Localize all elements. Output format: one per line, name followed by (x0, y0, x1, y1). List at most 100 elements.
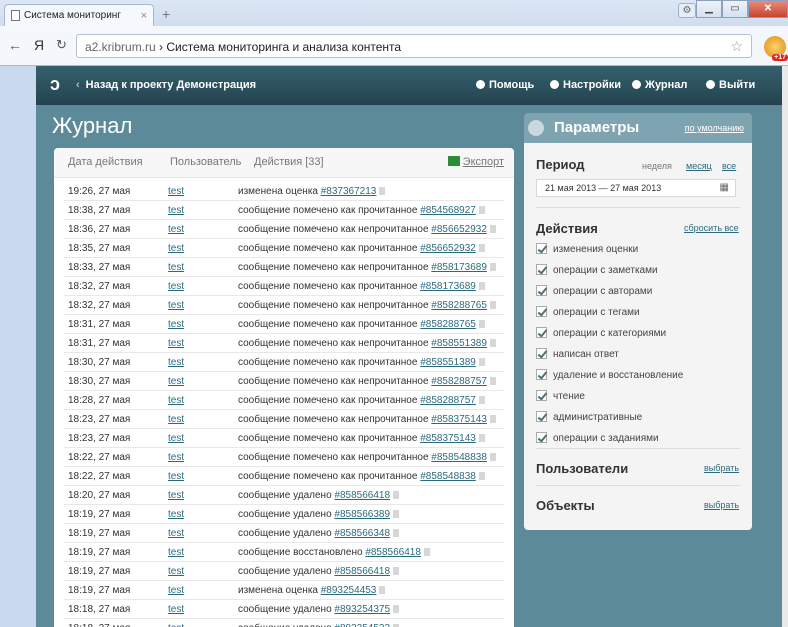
row-message-link[interactable]: #858548838 (420, 471, 476, 482)
note-icon[interactable] (393, 529, 400, 537)
row-message-link[interactable]: #893254533 (334, 623, 390, 627)
note-icon[interactable] (478, 396, 485, 404)
help-link[interactable]: Помощь (476, 79, 534, 91)
note-icon[interactable] (489, 377, 496, 385)
settings-link[interactable]: Настройки (550, 79, 621, 91)
column-actions[interactable]: Действия [33] (254, 156, 324, 168)
logo-icon[interactable]: ↄ (50, 74, 60, 95)
row-user-link[interactable]: test (168, 357, 184, 368)
row-user-link[interactable]: test (168, 186, 184, 197)
row-message-link[interactable]: #858288765 (431, 300, 487, 311)
row-message-link[interactable]: #858551389 (420, 357, 476, 368)
note-icon[interactable] (393, 605, 400, 613)
row-message-link[interactable]: #858375143 (420, 433, 476, 444)
row-message-link[interactable]: #858288757 (431, 376, 487, 387)
checkbox-checked-icon[interactable] (536, 369, 547, 380)
maximize-button[interactable]: ▭ (722, 0, 748, 18)
note-icon[interactable] (478, 244, 485, 252)
note-icon[interactable] (489, 263, 496, 271)
checkbox-checked-icon[interactable] (536, 390, 547, 401)
row-user-link[interactable]: test (168, 490, 184, 501)
row-user-link[interactable]: test (168, 243, 184, 254)
row-user-link[interactable]: test (168, 547, 184, 558)
back-arrow-icon[interactable]: ← (8, 37, 22, 53)
reset-all-link[interactable]: сбросить все (684, 223, 739, 233)
row-user-link[interactable]: test (168, 566, 184, 577)
tab-close-icon[interactable]: × (141, 10, 147, 22)
row-message-link[interactable]: #858551389 (431, 338, 487, 349)
note-icon[interactable] (478, 320, 485, 328)
row-user-link[interactable]: test (168, 509, 184, 520)
row-message-link[interactable]: #858566418 (334, 490, 390, 501)
checkbox-checked-icon[interactable] (536, 411, 547, 422)
row-user-link[interactable]: test (168, 604, 184, 615)
row-user-link[interactable]: test (168, 528, 184, 539)
row-user-link[interactable]: test (168, 338, 184, 349)
action-filter-checkbox[interactable]: операции с заданиями (536, 432, 659, 444)
row-message-link[interactable]: #893254453 (321, 585, 377, 596)
row-message-link[interactable]: #858173689 (431, 262, 487, 273)
action-filter-checkbox[interactable]: операции с тегами (536, 306, 640, 318)
note-icon[interactable] (478, 282, 485, 290)
row-message-link[interactable]: #858288765 (420, 319, 476, 330)
note-icon[interactable] (478, 206, 485, 214)
note-icon[interactable] (478, 358, 485, 366)
period-month-link[interactable]: месяц (686, 161, 712, 171)
page-scrollbar[interactable] (782, 66, 788, 627)
row-user-link[interactable]: test (168, 452, 184, 463)
row-user-link[interactable]: test (168, 376, 184, 387)
note-icon[interactable] (423, 548, 430, 556)
window-close-button[interactable]: ✕ (748, 0, 788, 18)
row-message-link[interactable]: #858548838 (431, 452, 487, 463)
row-user-link[interactable]: test (168, 395, 184, 406)
calendar-icon[interactable]: ▦ (720, 182, 729, 193)
journal-link[interactable]: Журнал (632, 79, 687, 91)
row-user-link[interactable]: test (168, 300, 184, 311)
note-icon[interactable] (393, 491, 400, 499)
action-filter-checkbox[interactable]: операции с авторами (536, 285, 652, 297)
logout-link[interactable]: Выйти (706, 79, 755, 91)
note-icon[interactable] (489, 453, 496, 461)
checkbox-checked-icon[interactable] (536, 306, 547, 317)
note-icon[interactable] (379, 187, 386, 195)
note-icon[interactable] (489, 225, 496, 233)
action-filter-checkbox[interactable]: удаление и восстановление (536, 369, 683, 381)
row-message-link[interactable]: #858566418 (365, 547, 421, 558)
row-user-link[interactable]: test (168, 205, 184, 216)
note-icon[interactable] (489, 339, 496, 347)
minimize-button[interactable]: ▁ (696, 0, 722, 18)
period-all-link[interactable]: все (722, 161, 736, 171)
bookmark-star-icon[interactable]: ☆ (730, 38, 743, 55)
row-message-link[interactable]: #858173689 (420, 281, 476, 292)
period-week-link[interactable]: неделя (642, 161, 672, 171)
row-user-link[interactable]: test (168, 433, 184, 444)
row-user-link[interactable]: test (168, 414, 184, 425)
column-date[interactable]: Дата действия (68, 156, 143, 168)
action-filter-checkbox[interactable]: написан ответ (536, 348, 619, 360)
row-message-link[interactable]: #856652932 (420, 243, 476, 254)
row-user-link[interactable]: test (168, 623, 184, 627)
row-user-link[interactable]: test (168, 224, 184, 235)
checkbox-checked-icon[interactable] (536, 264, 547, 275)
checkbox-checked-icon[interactable] (536, 348, 547, 359)
row-message-link[interactable]: #858566389 (334, 509, 390, 520)
gear-icon[interactable]: ⚙ (678, 3, 696, 18)
reload-icon[interactable]: ↻ (56, 37, 67, 53)
extension-icon[interactable]: +17 (764, 36, 788, 61)
note-icon[interactable] (489, 415, 496, 423)
action-filter-checkbox[interactable]: административные (536, 411, 642, 423)
row-message-link[interactable]: #856652932 (431, 224, 487, 235)
yandex-icon[interactable]: Я (34, 37, 44, 53)
row-message-link[interactable]: #858288757 (420, 395, 476, 406)
browser-tab[interactable]: Система мониторинг × (4, 4, 154, 26)
row-user-link[interactable]: test (168, 471, 184, 482)
default-link[interactable]: по умолчанию (685, 123, 744, 133)
back-to-project-link[interactable]: ‹ Назад к проекту Демонстрация (76, 79, 256, 91)
action-filter-checkbox[interactable]: чтение (536, 390, 585, 402)
note-icon[interactable] (393, 510, 400, 518)
checkbox-checked-icon[interactable] (536, 432, 547, 443)
export-link[interactable]: Экспорт (447, 156, 504, 168)
row-message-link[interactable]: #893254375 (334, 604, 390, 615)
collapse-circle-icon[interactable] (528, 120, 544, 136)
note-icon[interactable] (478, 434, 485, 442)
